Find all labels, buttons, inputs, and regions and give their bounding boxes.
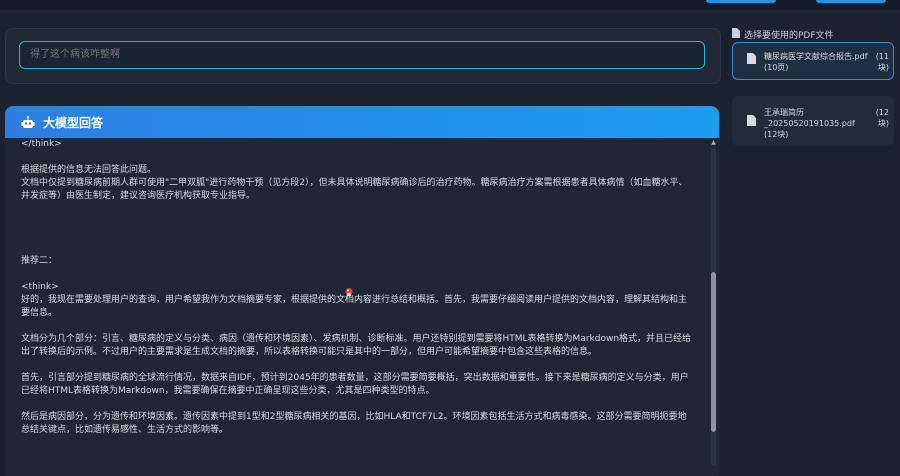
top-toolbar — [0, 0, 900, 10]
answer-paragraph — [21, 151, 695, 164]
answer-paragraph: <think> — [21, 282, 59, 292]
file-item[interactable]: 王承瑞简历_20250520191035.pdf (12块) (12 块) — [732, 96, 894, 146]
answer-paragraph: 首先，引言部分提到糖尿病的全球流行情况，数据来自IDF，预计到2045年的患者数… — [21, 373, 689, 396]
robot-icon — [21, 115, 35, 129]
answer-paragraph: 然后是病因部分，分为遗传和环境因素。遗传因素中提到1型和2型糖尿病相关的基因，比… — [21, 412, 687, 435]
top-button-right[interactable] — [816, 0, 886, 3]
question-input[interactable] — [19, 41, 705, 69]
answer-body: </think> 根据提供的信息无法回答此问题。 文档中仅提到糖尿病前期人群可使… — [5, 138, 705, 476]
file-size: (12 块) — [875, 108, 889, 128]
top-button-left[interactable] — [706, 0, 776, 3]
sidebar-title-label: 选择要使用的PDF文件 — [744, 30, 834, 41]
answer-panel: 大模型回答 </think> 根据提供的信息无法回答此问题。 文档中仅提到糖尿病… — [5, 106, 719, 476]
answer-title: 大模型回答 — [43, 115, 104, 130]
question-section — [5, 28, 721, 84]
cursor-icon — [344, 282, 354, 296]
file-size: (11 块) — [875, 52, 889, 72]
pdf-sidebar: 选择要使用的PDF文件 糖尿病医学文献综合报告.pdf (10页) (11 块)… — [732, 27, 900, 146]
sidebar-title: 选择要使用的PDF文件 — [732, 27, 900, 41]
file-name: 王承瑞简历_20250520191035.pdf (12块) — [764, 108, 855, 139]
file-icon — [747, 53, 756, 64]
file-item-selected[interactable]: 糖尿病医学文献综合报告.pdf (10页) (11 块) — [732, 42, 894, 80]
answer-paragraph: 根据提供的信息无法回答此问题。 — [21, 165, 157, 175]
answer-paragraph: 推荐二： — [21, 256, 58, 266]
answer-header: 大模型回答 — [5, 106, 719, 138]
file-icon — [747, 115, 756, 126]
file-name: 糖尿病医学文献综合报告.pdf (10页) — [764, 52, 868, 72]
scroll-up-arrow-icon[interactable]: ▲ — [710, 140, 717, 146]
answer-paragraph: 文档分为几个部分：引言、糖尿病的定义与分类、病因（遗传和环境因素）、发病机制、诊… — [21, 334, 692, 357]
answer-paragraph: 文档中仅提到糖尿病前期人群可使用"二甲双胍"进行药物干预（见方段2），但未具体说… — [21, 178, 688, 201]
answer-scrollbar[interactable]: ▲ — [710, 140, 717, 474]
scroll-thumb[interactable] — [711, 272, 716, 432]
answer-paragraph: 好的，我现在需要处理用户的查询，用户希望我作为文档摘要专家，根据提供的文档内容进… — [21, 295, 688, 318]
answer-paragraph: </think> — [21, 139, 62, 149]
file-icon — [732, 27, 740, 41]
